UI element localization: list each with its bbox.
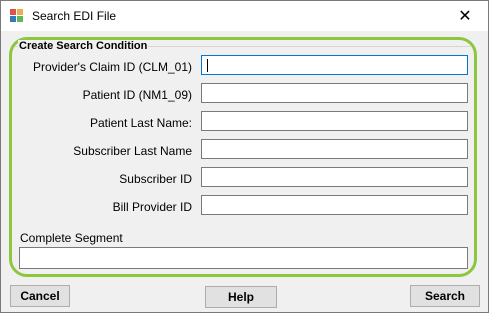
search-button[interactable]: Search [410,285,480,307]
subscriber-id-input[interactable] [201,167,468,187]
cancel-button[interactable]: Cancel [10,285,70,307]
bill-provider-id-input[interactable] [201,195,468,215]
patient-last-name-input[interactable] [201,111,468,131]
text-caret [207,59,208,72]
complete-segment-label: Complete Segment [20,231,123,245]
patient-id-input[interactable] [201,83,468,103]
patient-id-label: Patient ID (NM1_09) [82,88,192,102]
grid-app-icon [10,9,23,22]
search-edi-file-dialog: Search EDI File ✕ Create Search Conditio… [0,0,489,313]
window-title: Search EDI File [32,9,117,23]
subscriber-id-label: Subscriber ID [119,172,192,186]
bill-provider-id-label: Bill Provider ID [112,200,192,214]
close-button[interactable]: ✕ [442,1,488,31]
patient-last-name-label: Patient Last Name: [89,116,192,130]
claim-id-label: Provider's Claim ID (CLM_01) [33,60,192,74]
subscriber-last-name-label: Subscriber Last Name [73,144,192,158]
subscriber-last-name-input[interactable] [201,139,468,159]
claim-id-input[interactable] [201,55,468,75]
close-icon: ✕ [458,8,472,25]
title-bar: Search EDI File ✕ [1,1,488,31]
complete-segment-input[interactable] [19,247,468,269]
help-button[interactable]: Help [205,286,277,308]
group-legend: Create Search Condition [18,40,149,52]
